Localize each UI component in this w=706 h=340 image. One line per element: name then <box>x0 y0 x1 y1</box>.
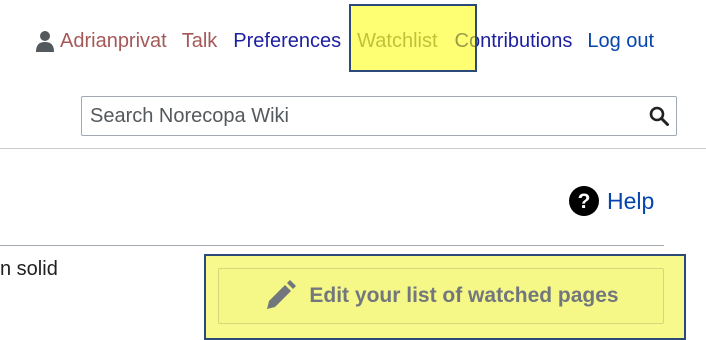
help-label: Help <box>607 187 655 214</box>
user-icon <box>36 31 54 52</box>
search-input[interactable] <box>82 98 642 134</box>
body-text: n solid <box>0 258 58 280</box>
logout-link[interactable]: Log out <box>587 30 654 53</box>
watchlist-link[interactable]: Watchlist <box>357 30 437 53</box>
search-button[interactable] <box>642 97 676 135</box>
username-label: Adrianprivat <box>60 29 167 52</box>
contributions-link[interactable]: Contributions <box>455 30 573 53</box>
pencil-icon <box>267 280 297 309</box>
help-link[interactable]: ? Help <box>569 186 654 216</box>
edit-watchlist-label: Edit your list of watched pages <box>309 284 619 307</box>
user-page-link[interactable]: Adrianprivat <box>35 30 167 53</box>
edit-watchlist-button[interactable]: Edit your list of watched pages <box>218 268 664 324</box>
search-icon <box>649 106 669 126</box>
content-divider <box>0 245 664 246</box>
svg-text:?: ? <box>578 190 591 213</box>
header-divider <box>0 148 706 149</box>
preferences-link[interactable]: Preferences <box>233 30 341 53</box>
talk-link[interactable]: Talk <box>182 30 218 53</box>
search-box <box>81 96 677 136</box>
question-circle-icon: ? <box>569 186 599 216</box>
personal-nav: Adrianprivat Talk Preferences Watchlist … <box>35 27 654 55</box>
